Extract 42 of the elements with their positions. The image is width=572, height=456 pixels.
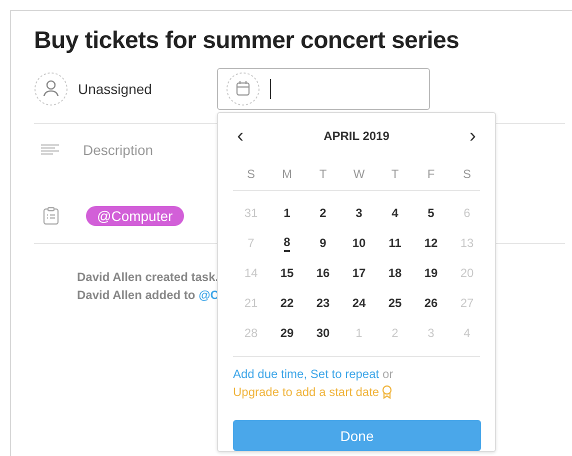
weekday-label: T: [318, 167, 328, 181]
calendar-day[interactable]: 8: [284, 234, 290, 252]
month-title: APRIL 2019: [324, 129, 390, 143]
calendar-day[interactable]: 29: [280, 325, 294, 341]
calendar-day[interactable]: 17: [352, 265, 366, 281]
date-field[interactable]: [217, 68, 430, 110]
activity-entry: David Allen created task.: [77, 269, 219, 286]
calendar-day[interactable]: 16: [316, 265, 330, 281]
options-text: Add due time, Set to repeat or: [233, 366, 394, 383]
clipboard-icon: [43, 207, 59, 225]
task-title: Buy tickets for summer concert series: [34, 26, 460, 56]
calendar-day[interactable]: 22: [280, 295, 294, 311]
calendar-day[interactable]: 9: [320, 235, 326, 251]
calendar-day[interactable]: 25: [388, 295, 402, 311]
calendar-day[interactable]: 19: [424, 265, 438, 281]
weekday-label: S: [462, 167, 472, 181]
calendar-day[interactable]: 18: [388, 265, 402, 281]
text-lines-icon: [41, 144, 59, 156]
calendar-day[interactable]: 10: [352, 235, 366, 251]
calendar-day[interactable]: 5: [428, 205, 434, 221]
calendar-day[interactable]: 15: [280, 265, 294, 281]
calendar-day[interactable]: 2: [320, 205, 326, 221]
previous-month-button[interactable]: ‹: [233, 124, 248, 148]
weekday-label: S: [246, 167, 256, 181]
person-icon[interactable]: [34, 72, 68, 106]
weekday-label: T: [390, 167, 400, 181]
calendar-day[interactable]: 4: [392, 205, 398, 221]
next-month-button[interactable]: ›: [465, 124, 480, 148]
calendar-day[interactable]: 1: [284, 205, 290, 221]
calendar-day[interactable]: 30: [316, 325, 330, 341]
calendar-day[interactable]: 11: [388, 235, 402, 251]
calendar-day[interactable]: 12: [424, 235, 438, 251]
calendar-icon: [226, 72, 260, 106]
weekday-label: W: [352, 167, 366, 181]
weekday-label: F: [426, 167, 436, 181]
calendar-day[interactable]: 26: [424, 295, 438, 311]
assignee-label[interactable]: Unassigned: [78, 81, 217, 97]
ribbon-icon: [382, 385, 392, 399]
weekday-label: M: [281, 167, 293, 181]
calendar-day[interactable]: 24: [352, 295, 366, 311]
calendar-day[interactable]: 3: [356, 205, 362, 221]
calendar-day[interactable]: 23: [316, 295, 330, 311]
